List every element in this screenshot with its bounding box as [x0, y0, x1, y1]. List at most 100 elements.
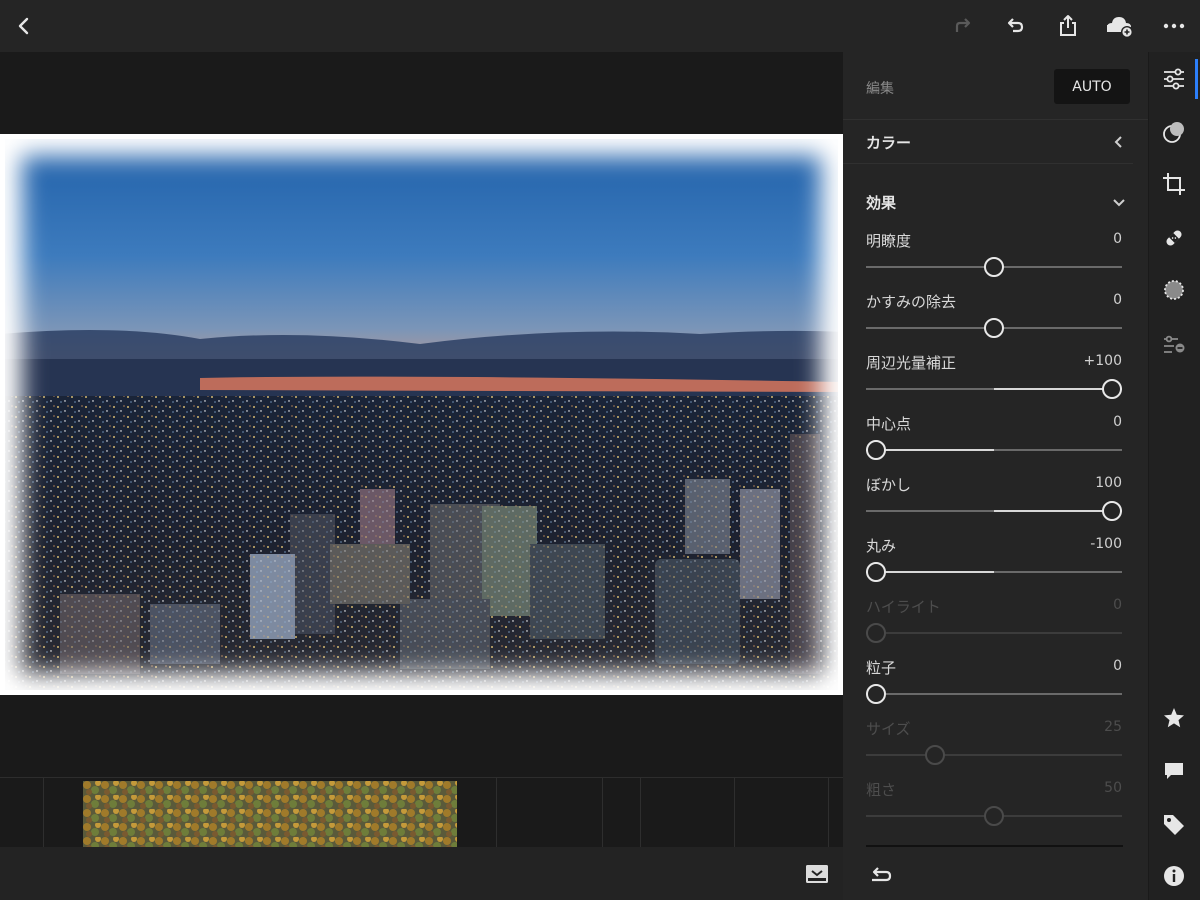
- slider-row: 中心点 0: [866, 413, 1122, 473]
- filmstrip-divider: [602, 778, 603, 848]
- slider-value: -100: [1090, 536, 1122, 552]
- slider-label: 周辺光量補正: [866, 354, 957, 372]
- chevron-left-icon: [1114, 136, 1122, 148]
- slider-value: 50: [1104, 780, 1122, 796]
- slider-label: 丸み: [866, 537, 897, 555]
- slider-track[interactable]: [866, 754, 1122, 756]
- filmstrip[interactable]: [0, 777, 843, 848]
- presets-icon: [1164, 335, 1185, 353]
- redo-icon: [955, 18, 971, 32]
- share-button[interactable]: [1052, 10, 1084, 42]
- filmstrip-divider: [828, 778, 829, 848]
- filmstrip-toggle-button[interactable]: [805, 864, 829, 884]
- slider-thumb[interactable]: [866, 684, 886, 704]
- night-city-photo: [0, 134, 843, 695]
- auto-button[interactable]: AUTO: [1054, 69, 1130, 104]
- slider-row: ハイライト 0: [866, 596, 1122, 656]
- back-button[interactable]: [8, 10, 40, 42]
- slider-row: 周辺光量補正 +100: [866, 352, 1122, 412]
- reset-button[interactable]: [868, 864, 894, 888]
- selective-tool-button[interactable]: [1162, 120, 1186, 144]
- slider-value: 0: [1113, 658, 1122, 674]
- slider-label: サイズ: [866, 720, 911, 738]
- slider-value: 0: [1113, 231, 1122, 247]
- presets-tool-button[interactable]: [1162, 332, 1186, 356]
- slider-label: 粒子: [866, 659, 897, 677]
- panel-header: 編集 AUTO: [843, 52, 1148, 120]
- masking-icon: [1164, 280, 1184, 300]
- undo-button[interactable]: [999, 10, 1031, 42]
- crop-icon: [1163, 173, 1185, 195]
- selective-icon: [1163, 122, 1184, 143]
- effects-section-header[interactable]: 効果: [843, 180, 1133, 224]
- slider-row: 明瞭度 0: [866, 230, 1122, 290]
- slider-label: 中心点: [866, 415, 912, 433]
- photo-preview[interactable]: [0, 134, 843, 695]
- edit-sliders-icon: [1164, 68, 1184, 90]
- edit-title: 編集: [866, 81, 894, 97]
- photo-canvas[interactable]: [0, 52, 843, 777]
- autumn-forest-thumbnail: [83, 781, 457, 848]
- tag-icon: [1164, 815, 1184, 835]
- rating-button[interactable]: [1162, 706, 1186, 730]
- effects-section-title: 効果: [866, 194, 897, 212]
- filmstrip-divider: [640, 778, 641, 848]
- redo-button[interactable]: [947, 10, 979, 42]
- slider-track[interactable]: [866, 693, 1122, 695]
- slider-row: かすみの除去 0: [866, 291, 1122, 351]
- chevron-down-icon: [1113, 199, 1125, 207]
- more-button[interactable]: [1158, 10, 1190, 42]
- comments-button[interactable]: [1162, 759, 1186, 783]
- filmstrip-divider: [43, 778, 44, 848]
- keywords-button[interactable]: [1162, 812, 1186, 836]
- slider-row: 丸み -100: [866, 535, 1122, 595]
- edit-panel: 編集 AUTO カラー 効果 明瞭度 0 かすみの除去 0 周辺光量補正 +100 中心点 0…: [843, 52, 1148, 900]
- slider-thumb[interactable]: [1102, 501, 1122, 521]
- cloud-add-icon: [1107, 17, 1133, 38]
- slider-thumb: [984, 806, 1004, 826]
- masking-tool-button[interactable]: [1162, 278, 1186, 302]
- crop-tool-button[interactable]: [1162, 172, 1186, 196]
- more-icon: [1163, 23, 1185, 29]
- info-icon: [1164, 866, 1184, 886]
- slider-value: 25: [1104, 719, 1122, 735]
- healing-tool-button[interactable]: [1162, 226, 1186, 250]
- active-tool-indicator: [1195, 59, 1198, 99]
- slider-thumb[interactable]: [866, 562, 886, 582]
- panel-divider: [866, 845, 1123, 847]
- slider-label: かすみの除去: [866, 293, 957, 311]
- slider-value: 0: [1113, 414, 1122, 430]
- slider-row: 粗さ 50: [866, 779, 1122, 839]
- comment-icon: [1165, 763, 1183, 779]
- filmstrip-toggle-icon: [806, 865, 828, 883]
- share-icon: [1060, 15, 1076, 36]
- slider-thumb: [866, 623, 886, 643]
- edit-tool-button[interactable]: [1162, 67, 1186, 91]
- slider-thumb[interactable]: [984, 318, 1004, 338]
- slider-label: 明瞭度: [866, 232, 912, 250]
- slider-value: 0: [1113, 292, 1122, 308]
- undo-icon: [1007, 18, 1024, 33]
- slider-thumb[interactable]: [866, 440, 886, 460]
- color-section-title: カラー: [866, 134, 912, 152]
- color-section-header[interactable]: カラー: [843, 120, 1133, 164]
- slider-value: 0: [1113, 597, 1122, 613]
- healing-icon: [1166, 230, 1182, 246]
- slider-thumb[interactable]: [984, 257, 1004, 277]
- bottom-bar: [0, 847, 843, 900]
- top-toolbar: [0, 0, 1200, 52]
- cloud-add-button[interactable]: [1104, 10, 1136, 42]
- slider-thumb[interactable]: [1102, 379, 1122, 399]
- slider-value: +100: [1083, 353, 1122, 369]
- slider-label: ぼかし: [866, 476, 912, 494]
- slider-track[interactable]: [866, 632, 1122, 634]
- filmstrip-thumbnail[interactable]: [83, 781, 457, 848]
- filmstrip-divider: [496, 778, 497, 848]
- slider-row: 粒子 0: [866, 657, 1122, 717]
- slider-thumb: [925, 745, 945, 765]
- info-button[interactable]: [1162, 864, 1186, 888]
- slider-row: サイズ 25: [866, 718, 1122, 778]
- filmstrip-divider: [734, 778, 735, 848]
- slider-row: ぼかし 100: [866, 474, 1122, 534]
- back-icon: [18, 17, 29, 35]
